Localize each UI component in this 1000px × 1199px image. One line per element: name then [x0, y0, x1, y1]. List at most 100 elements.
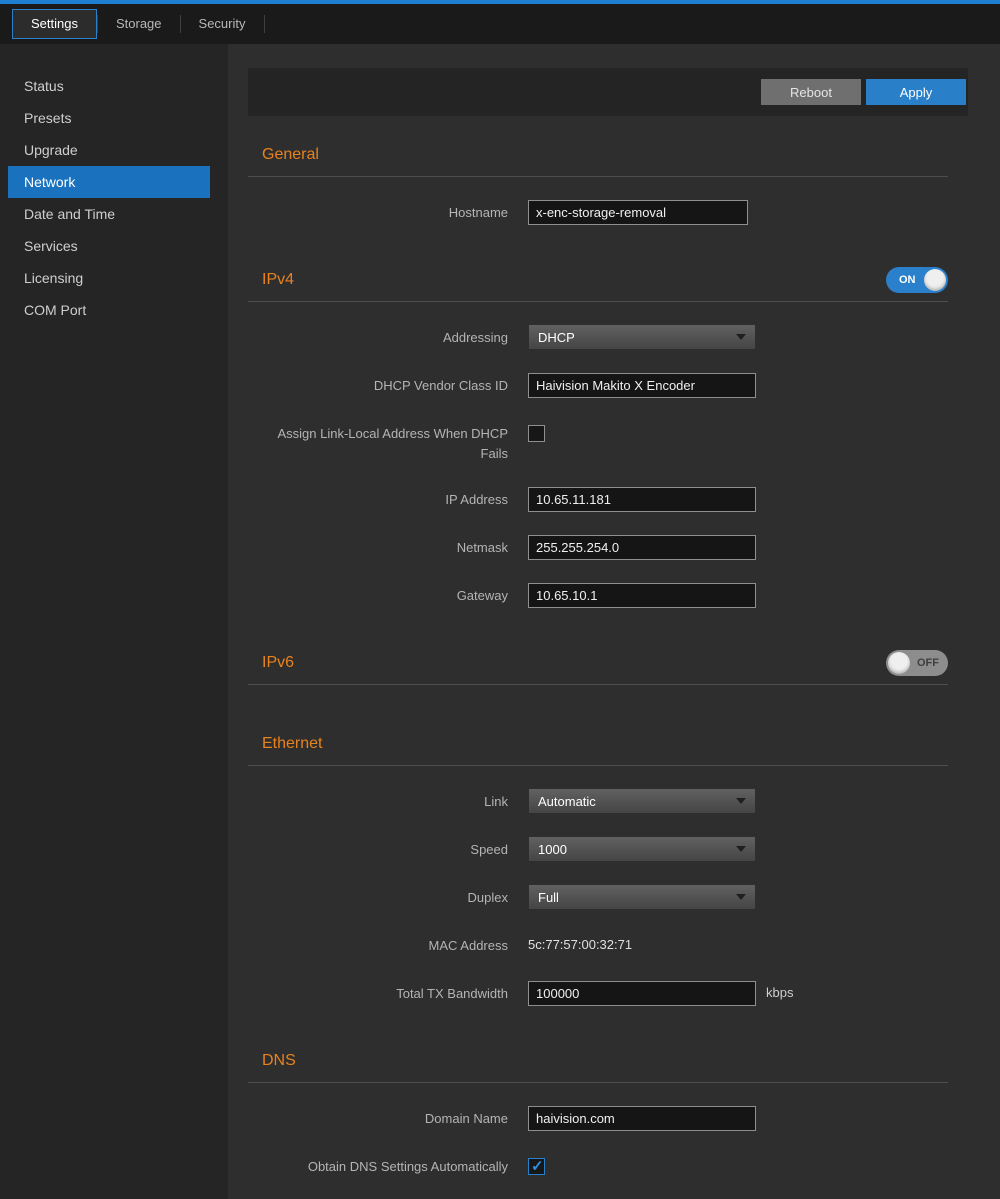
toggle-knob	[888, 652, 910, 674]
speed-selected-value: 1000	[538, 842, 567, 857]
dhcp-vendor-class-input[interactable]	[528, 373, 756, 398]
sidebar-item-upgrade[interactable]: Upgrade	[8, 134, 210, 166]
apply-button[interactable]: Apply	[866, 79, 966, 105]
dhcp-vendor-class-row: DHCP Vendor Class ID	[248, 372, 948, 398]
section-divider	[248, 1082, 948, 1083]
network-settings-page: Reboot Apply General Hostname	[228, 44, 1000, 1199]
hostname-input[interactable]	[528, 200, 748, 225]
dhcp-vendor-class-label: DHCP Vendor Class ID	[248, 372, 528, 396]
link-selected-value: Automatic	[538, 794, 596, 809]
sidebar-item-label: Network	[24, 174, 75, 190]
general-section-title: General	[262, 146, 319, 164]
sidebar-item-label: Date and Time	[24, 206, 115, 222]
chevron-down-icon	[736, 846, 746, 852]
chevron-down-icon	[736, 334, 746, 340]
ip-address-row: IP Address	[248, 486, 948, 512]
general-section: General Hostname	[248, 140, 948, 225]
ipv6-section-head: IPv6 OFF	[248, 648, 948, 678]
netmask-row: Netmask	[248, 534, 948, 560]
sidebar-item-com-port[interactable]: COM Port	[8, 294, 210, 326]
netmask-label: Netmask	[248, 534, 528, 558]
tab-storage-label: Storage	[116, 16, 162, 31]
ipv4-section-head: IPv4 ON	[248, 265, 948, 295]
sidebar-item-presets[interactable]: Presets	[8, 102, 210, 134]
section-divider	[248, 176, 948, 177]
link-dropdown[interactable]: Automatic	[528, 788, 756, 814]
addressing-label: Addressing	[248, 324, 528, 348]
sidebar-item-label: Upgrade	[24, 142, 78, 158]
addressing-selected-value: DHCP	[538, 330, 575, 345]
duplex-row: Duplex Full	[248, 884, 948, 910]
top-navigation: Settings Storage Security	[0, 4, 1000, 44]
tab-security[interactable]: Security	[181, 9, 264, 39]
action-toolbar: Reboot Apply	[248, 68, 968, 116]
ethernet-section-title: Ethernet	[262, 735, 322, 753]
duplex-label: Duplex	[248, 884, 528, 908]
sidebar-item-label: Presets	[24, 110, 71, 126]
link-local-row: Assign Link-Local Address When DHCP Fail…	[248, 420, 948, 464]
mac-address-value: 5c:77:57:00:32:71	[528, 932, 632, 958]
tab-storage[interactable]: Storage	[98, 9, 180, 39]
tx-bandwidth-input[interactable]	[528, 981, 756, 1006]
mac-address-label: MAC Address	[248, 932, 528, 956]
addressing-dropdown[interactable]: DHCP	[528, 324, 756, 350]
tx-bandwidth-label: Total TX Bandwidth	[248, 980, 528, 1004]
speed-row: Speed 1000	[248, 836, 948, 862]
ipv6-section-title: IPv6	[262, 654, 294, 672]
tx-bandwidth-row: Total TX Bandwidth kbps	[248, 980, 948, 1006]
toggle-knob	[924, 269, 946, 291]
obtain-dns-label: Obtain DNS Settings Automatically	[248, 1153, 528, 1177]
ipv4-toggle[interactable]: ON	[886, 267, 948, 293]
netmask-input[interactable]	[528, 535, 756, 560]
section-divider	[248, 765, 948, 766]
obtain-dns-checkbox[interactable]	[528, 1158, 545, 1175]
sidebar-item-licensing[interactable]: Licensing	[8, 262, 210, 294]
mac-address-row: MAC Address 5c:77:57:00:32:71	[248, 932, 948, 958]
dns-section: DNS Domain Name Obtain DNS Settings Auto…	[248, 1046, 948, 1179]
gateway-label: Gateway	[248, 582, 528, 606]
addressing-row: Addressing DHCP	[248, 324, 948, 350]
reboot-button[interactable]: Reboot	[761, 79, 861, 105]
ip-address-input[interactable]	[528, 487, 756, 512]
tab-settings-label: Settings	[31, 16, 78, 31]
ipv6-toggle-state-label: OFF	[917, 650, 939, 676]
sidebar-item-label: Licensing	[24, 270, 83, 286]
settings-sidebar: Status Presets Upgrade Network Date and …	[0, 44, 228, 1199]
sidebar-item-status[interactable]: Status	[8, 70, 210, 102]
chevron-down-icon	[736, 894, 746, 900]
chevron-down-icon	[736, 798, 746, 804]
tab-separator	[264, 15, 265, 33]
hostname-label: Hostname	[248, 199, 528, 223]
domain-name-row: Domain Name	[248, 1105, 948, 1131]
sidebar-item-network[interactable]: Network	[8, 166, 210, 198]
link-row: Link Automatic	[248, 788, 948, 814]
tab-security-label: Security	[199, 16, 246, 31]
domain-name-label: Domain Name	[248, 1105, 528, 1129]
sidebar-item-services[interactable]: Services	[8, 230, 210, 262]
duplex-dropdown[interactable]: Full	[528, 884, 756, 910]
link-local-checkbox[interactable]	[528, 425, 545, 442]
speed-label: Speed	[248, 836, 528, 860]
speed-dropdown[interactable]: 1000	[528, 836, 756, 862]
tx-bandwidth-unit: kbps	[766, 980, 793, 1006]
tab-settings[interactable]: Settings	[12, 9, 97, 39]
domain-name-input[interactable]	[528, 1106, 756, 1131]
ipv4-toggle-state-label: ON	[899, 267, 916, 293]
ipv6-toggle[interactable]: OFF	[886, 650, 948, 676]
duplex-selected-value: Full	[538, 890, 559, 905]
ip-address-label: IP Address	[248, 486, 528, 510]
link-local-label: Assign Link-Local Address When DHCP Fail…	[248, 420, 528, 464]
sidebar-item-date-and-time[interactable]: Date and Time	[8, 198, 210, 230]
sidebar-item-label: COM Port	[24, 302, 86, 318]
dns-section-title: DNS	[262, 1052, 296, 1070]
obtain-dns-row: Obtain DNS Settings Automatically	[248, 1153, 948, 1179]
section-divider	[248, 301, 948, 302]
link-label: Link	[248, 788, 528, 812]
section-divider	[248, 684, 948, 685]
gateway-input[interactable]	[528, 583, 756, 608]
ipv4-section: IPv4 ON Addressing DHCP	[248, 265, 948, 608]
sidebar-item-label: Services	[24, 238, 78, 254]
hostname-row: Hostname	[248, 199, 948, 225]
dns-section-head: DNS	[248, 1046, 948, 1076]
sidebar-item-label: Status	[24, 78, 64, 94]
